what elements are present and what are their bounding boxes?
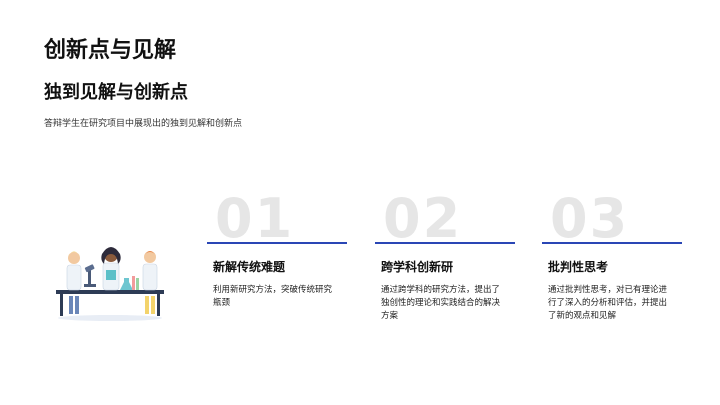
card-divider bbox=[542, 242, 682, 244]
section-heading: 独到见解与创新点 bbox=[44, 82, 188, 103]
card-divider bbox=[207, 242, 347, 244]
card-body: 通过批判性思考，对已有理论进行了深入的分析和评估，并提出了新的观点和见解 bbox=[548, 285, 668, 321]
card-number: 03 bbox=[550, 187, 630, 250]
innovation-card-3: 03 批判性思考 通过批判性思考，对已有理论进行了深入的分析和评估，并提出了新的… bbox=[542, 192, 682, 332]
scientists-lab-illustration bbox=[56, 247, 164, 321]
card-body: 通过跨学科的研究方法，提出了独创性的理论和实践结合的解决方案 bbox=[381, 285, 501, 321]
innovation-card-2: 02 跨学科创新研 通过跨学科的研究方法，提出了独创性的理论和实践结合的解决方案 bbox=[375, 192, 515, 332]
card-title: 跨学科创新研 bbox=[381, 260, 454, 274]
innovation-card-1: 01 新解传统难题 利用新研究方法，突破传统研究瓶颈 bbox=[207, 192, 347, 332]
card-divider bbox=[375, 242, 515, 244]
card-number: 02 bbox=[383, 187, 463, 250]
card-number: 01 bbox=[215, 187, 295, 250]
card-title: 新解传统难题 bbox=[213, 260, 286, 274]
card-body: 利用新研究方法，突破传统研究瓶颈 bbox=[213, 285, 333, 308]
slide-title: 创新点与见解 bbox=[44, 38, 177, 63]
card-title: 批判性思考 bbox=[548, 260, 609, 274]
section-description: 答辩学生在研究项目中展现出的独到见解和创新点 bbox=[44, 119, 243, 129]
